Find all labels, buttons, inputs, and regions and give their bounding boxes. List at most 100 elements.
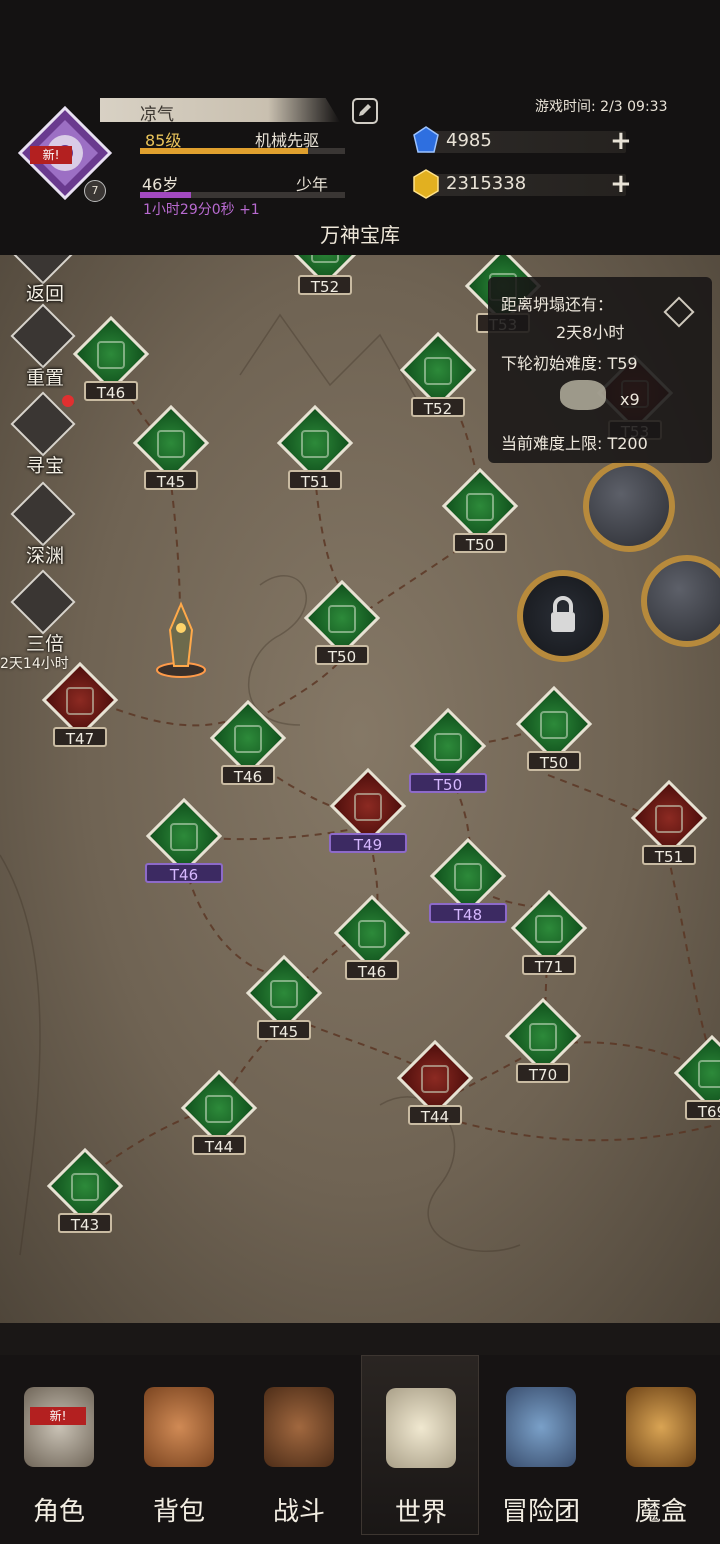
nav-world[interactable]: 世界 [361,1355,479,1535]
abyss-label: 深渊 [25,545,64,567]
map-node-8[interactable]: T50 [302,579,382,685]
difficulty-cap: 当前难度上限: T200 [501,434,648,453]
gold-gem-icon [413,169,439,199]
map-node-5[interactable]: T45 [131,404,211,510]
nav-adventure-team-label: 冒险团 [501,1497,580,1527]
node-label: T52 [298,275,352,296]
add-gold-button[interactable]: + [610,169,632,199]
gems-value: 4985 [446,130,492,151]
treasure-label: 寻宝 [25,455,64,477]
nav-adventure-team[interactable]: 冒险团 [482,1355,600,1535]
node-label: T46 [84,381,138,402]
helmet-icon [24,1387,94,1467]
node-glyph-icon [301,430,329,458]
map-node-24[interactable]: T43 [45,1147,125,1253]
map-node-9[interactable]: T47 [40,661,120,767]
node-label: T50 [315,645,369,666]
bottom-nav: 新! 角色 背包 战斗 世界 冒险团 魔盒 [0,1355,720,1544]
vault-orb-cluster[interactable] [505,460,720,690]
node-label: T44 [192,1135,246,1156]
node-glyph-icon [466,493,494,521]
pencil-icon [359,104,371,116]
node-label: T47 [53,727,107,748]
nav-battle-label: 战斗 [272,1497,325,1527]
map-node-17[interactable]: T46 [332,894,412,1000]
node-glyph-icon [454,863,482,891]
node-glyph-icon [328,605,356,633]
player-name: 凉气 [140,105,174,125]
world-map[interactable]: 返回 重置 寻宝 深渊 三倍 2天14小时 T52T53T46T52T53T45… [0,255,720,1323]
reward-ruins-icon [560,380,606,410]
nav-separator [0,1323,720,1355]
node-label: T48 [429,903,507,924]
nav-character[interactable]: 新! 角色 [0,1355,118,1535]
backpack-icon [144,1387,214,1467]
map-node-10[interactable]: T46 [208,699,288,805]
triple-button[interactable]: 三倍 [8,569,82,663]
sword-shield-icon [264,1387,334,1467]
map-node-23[interactable]: T44 [179,1069,259,1175]
collapse-info-panel: 距离坍塌还有： 2天8小时 下轮初始难度: T59 x9 当前难度上限: T20… [488,277,712,463]
player-beacon-icon[interactable] [152,600,210,680]
back-label: 返回 [25,283,64,305]
age-timer: 1小时29分0秒 +1 [143,202,260,218]
nav-backpack-label: 背包 [152,1497,205,1527]
vault-orb-locked[interactable] [517,570,609,662]
node-label: T49 [329,833,407,854]
map-node-14[interactable]: T51 [629,779,709,885]
node-glyph-icon [421,1065,449,1093]
back-button[interactable]: 返回 [8,255,82,313]
reward-count: x9 [620,390,640,409]
map-node-0[interactable]: T52 [285,255,365,315]
node-glyph-icon [311,255,339,263]
next-difficulty: 下轮初始难度: T59 [501,354,638,373]
node-label: T46 [221,765,275,786]
map-node-12[interactable]: T50 [514,685,594,791]
node-glyph-icon [354,793,382,821]
map-node-18[interactable]: T71 [509,889,589,995]
node-label: T52 [411,397,465,418]
nav-backpack[interactable]: 背包 [120,1355,238,1535]
gold-counter: 2315338 + [412,169,642,199]
node-label: T51 [642,845,696,866]
age-progress-bar [140,192,345,198]
node-label: T70 [516,1063,570,1084]
node-label: T45 [257,1020,311,1041]
map-node-20[interactable]: T70 [503,997,583,1103]
map-node-22[interactable]: T69 [672,1034,720,1140]
node-label: T46 [345,960,399,981]
game-time: 游戏时间: 2/3 09:33 [535,99,668,115]
node-glyph-icon [71,1173,99,1201]
node-glyph-icon [655,805,683,833]
nav-battle[interactable]: 战斗 [240,1355,358,1535]
map-node-16[interactable]: T48 [428,837,508,943]
lock-icon [551,596,575,632]
map-node-15[interactable]: T46 [144,797,224,903]
abyss-button[interactable]: 深渊 [8,481,82,575]
map-node-21[interactable]: T44 [395,1039,475,1145]
node-glyph-icon [170,823,198,851]
map-node-13[interactable]: T49 [328,767,408,873]
map-node-6[interactable]: T51 [275,404,355,510]
collapse-countdown-value: 2天8小时 [556,323,625,342]
info-icon[interactable] [663,296,695,328]
node-label: T51 [288,470,342,491]
reset-icon [10,303,76,369]
add-gems-button[interactable]: + [610,126,632,156]
header: 新! 7 凉气 85级 机械先驱 46岁 少年 1小时29分0秒 +1 游戏时间… [0,0,720,255]
map-node-3[interactable]: T52 [398,331,478,437]
name-plate [100,98,340,122]
node-glyph-icon [540,711,568,739]
node-glyph-icon [205,1095,233,1123]
node-glyph-icon [270,980,298,1008]
vault-orb-right[interactable] [641,555,720,647]
nav-magic-box[interactable]: 魔盒 [602,1355,720,1535]
map-node-2[interactable]: T46 [71,315,151,421]
map-node-11[interactable]: T50 [408,707,488,813]
node-glyph-icon [529,1023,557,1051]
node-label: T69 [685,1100,720,1121]
edit-name-button[interactable] [352,98,378,124]
vault-orb-top[interactable] [583,460,675,552]
scroll-icon [386,1388,456,1468]
map-node-19[interactable]: T45 [244,954,324,1060]
